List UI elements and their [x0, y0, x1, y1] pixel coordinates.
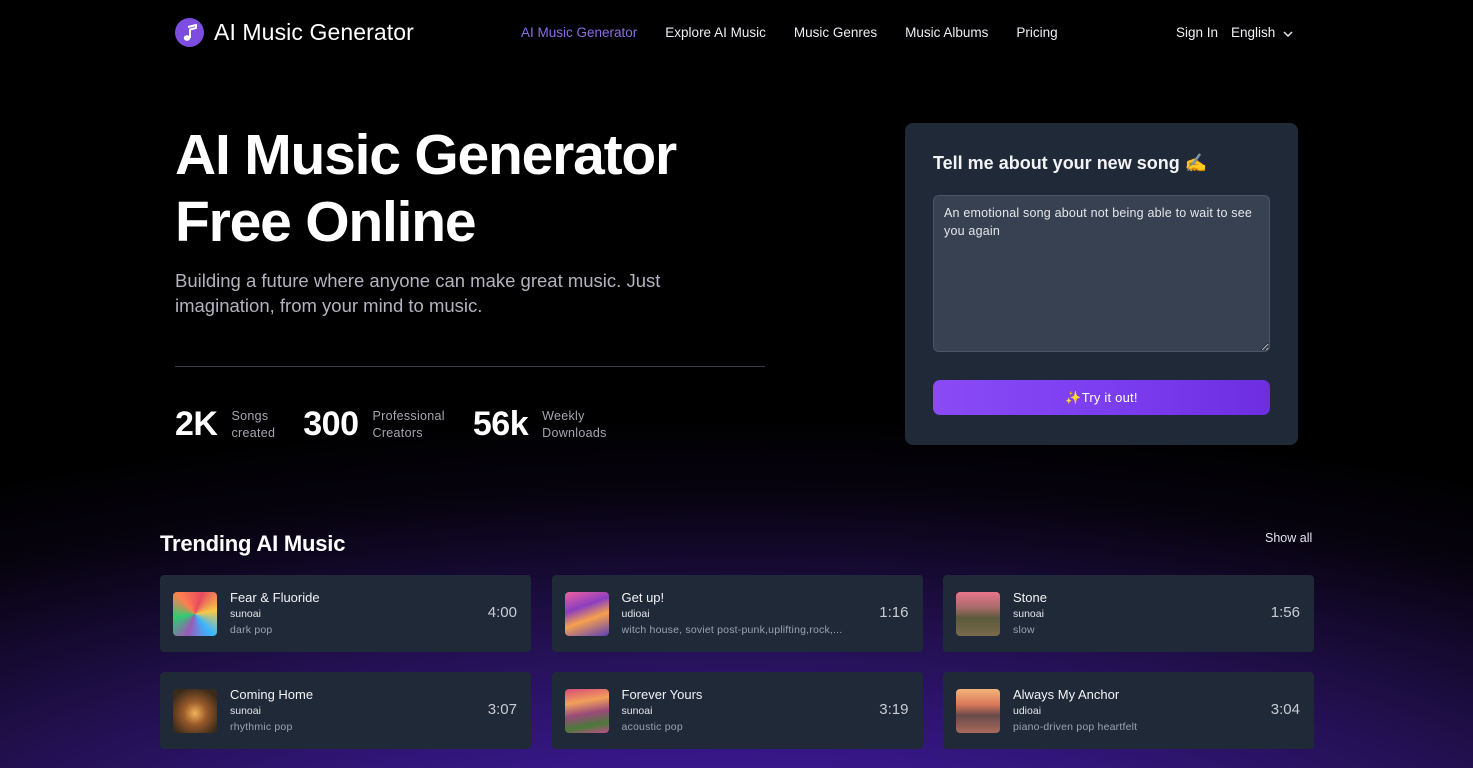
- song-card[interactable]: Fear & Fluoride sunoai dark pop 4:00: [160, 575, 531, 652]
- top-nav: AI Music Generator AI Music Generator Ex…: [0, 0, 1473, 66]
- song-card[interactable]: Coming Home sunoai rhythmic pop 3:07: [160, 672, 531, 749]
- stat-label: Weekly Downloads: [542, 408, 607, 442]
- song-title: Coming Home: [230, 686, 314, 702]
- song-meta: Fear & Fluoride sunoai dark pop: [230, 590, 470, 638]
- stat-value: 300: [303, 405, 359, 443]
- stat-weekly-downloads: 56k Weekly Downloads: [473, 405, 607, 444]
- try-it-out-button[interactable]: ✨Try it out!: [933, 380, 1270, 415]
- song-author: sunoai: [230, 704, 261, 717]
- brand[interactable]: AI Music Generator: [175, 18, 414, 47]
- nav-link-explore-ai-music[interactable]: Explore AI Music: [665, 25, 766, 40]
- hero-divider: [175, 366, 765, 367]
- chevron-down-icon: [1283, 25, 1293, 40]
- stat-label: Songs created: [231, 408, 275, 442]
- song-duration: 3:04: [1270, 701, 1300, 718]
- song-cover-image: [564, 591, 609, 636]
- page: AI Music Generator AI Music Generator Ex…: [0, 0, 1473, 768]
- song-meta: Coming Home sunoai rhythmic pop: [230, 687, 470, 735]
- stat-label-line2: Creators: [372, 425, 423, 440]
- nav-right: Sign In English: [1176, 25, 1293, 40]
- language-selector[interactable]: English: [1231, 25, 1293, 40]
- song-cover-image: [173, 591, 217, 636]
- song-cover-image: [956, 591, 1000, 636]
- song-meta: Stone sunoai slow: [1013, 590, 1253, 638]
- stat-songs-created: 2K Songs created: [175, 405, 275, 444]
- stat-value: 2K: [175, 405, 218, 443]
- stat-label-line1: Professional: [372, 408, 445, 423]
- sign-in-link[interactable]: Sign In: [1176, 25, 1218, 40]
- stat-label-line2: created: [231, 425, 276, 440]
- song-tags: slow: [1013, 623, 1035, 636]
- hero-title: AI Music Generator Free Online: [175, 122, 795, 256]
- nav-link-music-albums[interactable]: Music Albums: [905, 25, 988, 40]
- stats: 2K Songs created 300 Professional Creato…: [175, 405, 635, 444]
- song-meta: Get up! udioai witch house, soviet post-…: [622, 590, 862, 638]
- generator-title: Tell me about your new song ✍️: [933, 153, 1208, 173]
- song-prompt-input[interactable]: An emotional song about not being able t…: [933, 195, 1270, 352]
- song-title: Stone: [1013, 589, 1047, 605]
- song-duration: 3:07: [487, 701, 517, 718]
- song-tags: rhythmic pop: [230, 720, 293, 733]
- hero-title-line1: AI Music Generator: [175, 123, 677, 187]
- nav-link-pricing[interactable]: Pricing: [1016, 25, 1057, 40]
- stat-label-line2: Downloads: [542, 425, 607, 440]
- song-tags: acoustic pop: [621, 720, 683, 733]
- stat-label-line1: Songs: [231, 408, 269, 423]
- song-tags: piano-driven pop heartfelt: [1013, 720, 1138, 733]
- song-card[interactable]: Stone sunoai slow 1:56: [943, 575, 1314, 652]
- song-title: Fear & Fluoride: [230, 589, 320, 605]
- song-card[interactable]: Get up! udioai witch house, soviet post-…: [551, 575, 923, 652]
- song-duration: 4:00: [487, 604, 517, 621]
- hero-subtitle: Building a future where anyone can make …: [175, 270, 661, 316]
- song-card[interactable]: Forever Yours sunoai acoustic pop 3:19: [551, 672, 923, 749]
- song-author: sunoai: [621, 704, 653, 717]
- trending-songs-grid: Fear & Fluoride sunoai dark pop 4:00 Get…: [160, 575, 1314, 749]
- stat-label: Professional Creators: [373, 408, 445, 442]
- song-generator-card: Tell me about your new song ✍️ An emotio…: [905, 123, 1298, 445]
- stat-value: 56k: [472, 405, 529, 443]
- hero-title-line2: Free Online: [175, 190, 477, 254]
- song-tags: dark pop: [230, 623, 273, 636]
- song-cover-image: [564, 688, 609, 733]
- song-duration: 3:19: [879, 701, 909, 718]
- song-author: udioai: [621, 607, 650, 620]
- song-title: Get up!: [621, 589, 665, 605]
- song-card[interactable]: Always My Anchor udioai piano-driven pop…: [943, 672, 1314, 749]
- song-title: Forever Yours: [621, 686, 703, 702]
- stat-label-line1: Weekly: [542, 408, 585, 423]
- song-title: Always My Anchor: [1013, 686, 1120, 702]
- song-cover-image: [956, 688, 1000, 733]
- song-author: sunoai: [230, 607, 261, 620]
- brand-name: AI Music Generator: [214, 19, 414, 45]
- trending-title: Trending AI Music: [160, 531, 346, 556]
- song-duration: 1:16: [879, 604, 909, 621]
- nav-link-music-genres[interactable]: Music Genres: [794, 25, 877, 40]
- nav-link-ai-music-generator[interactable]: AI Music Generator: [521, 25, 637, 40]
- song-meta: Forever Yours sunoai acoustic pop: [622, 687, 862, 735]
- song-cover-image: [173, 688, 217, 733]
- song-duration: 1:56: [1270, 604, 1300, 621]
- song-tags: witch house, soviet post-punk,uplifting,…: [621, 623, 843, 636]
- language-label: English: [1231, 25, 1276, 40]
- show-all-link[interactable]: Show all: [1265, 531, 1312, 545]
- stat-professional-creators: 300 Professional Creators: [303, 405, 445, 444]
- song-meta: Always My Anchor udioai piano-driven pop…: [1013, 687, 1253, 735]
- nav-links: AI Music Generator Explore AI Music Musi…: [521, 25, 1058, 40]
- music-note-icon: [175, 18, 204, 47]
- song-author: sunoai: [1013, 607, 1044, 620]
- song-author: udioai: [1013, 704, 1042, 717]
